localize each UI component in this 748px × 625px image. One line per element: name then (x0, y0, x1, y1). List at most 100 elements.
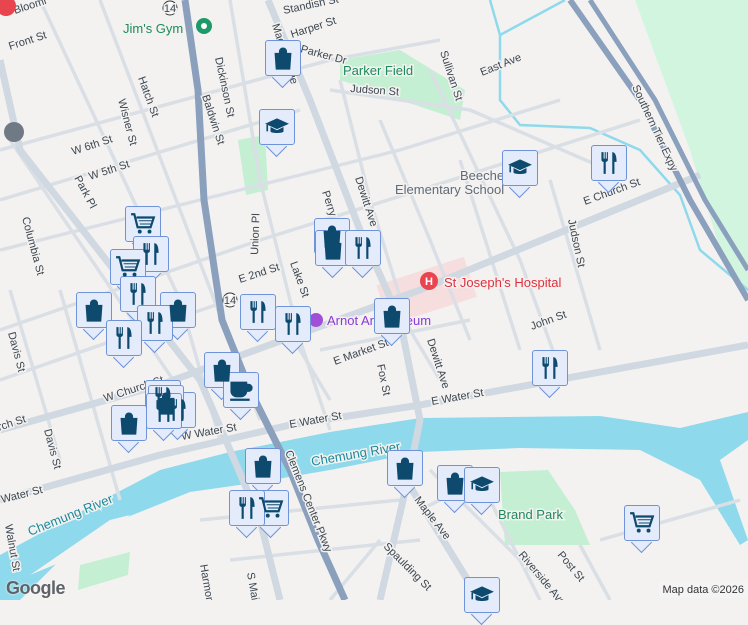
google-logo[interactable]: Google (6, 578, 65, 599)
marker-box (120, 276, 156, 312)
school-marker[interactable] (464, 577, 500, 623)
school-pin-icon (4, 122, 24, 142)
restaurant-icon (138, 241, 164, 267)
food-marker[interactable] (146, 393, 182, 439)
shopping-cart-icon (258, 495, 284, 521)
food-marker[interactable] (275, 306, 311, 352)
label-wisner-st: Wisner St (115, 98, 139, 147)
restaurant-icon (234, 495, 260, 521)
marker-box (245, 448, 281, 484)
shopping-bag-icon (270, 45, 296, 71)
food-marker[interactable] (240, 294, 276, 340)
green-area-east (635, 0, 748, 300)
school-marker[interactable] (502, 150, 538, 196)
marker-box (464, 467, 500, 503)
restaurant-icon (245, 299, 271, 325)
marker-box (315, 230, 351, 266)
label-parker-dr: Parker Dr (299, 43, 348, 67)
marker-box (387, 450, 423, 486)
label-s-main: S Main St (244, 571, 264, 600)
food-marker[interactable] (137, 305, 173, 351)
label-judson-st-top: Judson St (350, 83, 400, 98)
food-marker[interactable] (106, 320, 142, 366)
marker-box (223, 372, 259, 408)
marker-box (265, 40, 301, 76)
marker-box (624, 505, 660, 541)
label-post: Post St (555, 549, 587, 584)
marker-box (76, 292, 112, 328)
restaurant-icon (350, 235, 376, 261)
shopping-cart-icon (130, 211, 156, 237)
restaurant-icon (537, 355, 563, 381)
food-marker[interactable] (532, 350, 568, 396)
creek-branch (500, 0, 565, 35)
graduation-cap-icon (469, 582, 495, 608)
label-john-st: John St (529, 309, 568, 333)
shopping-bag-icon (116, 410, 142, 436)
restaurant-icon (142, 310, 168, 336)
label-fox-st: Fox St (374, 363, 392, 397)
marker-box (259, 109, 295, 145)
route-14-label: 14 (224, 295, 236, 307)
label-elementary-school: Elementary School (395, 182, 504, 197)
label-lake-st: Lake St (287, 260, 311, 299)
map-attribution[interactable]: Map data ©2026 (659, 582, 748, 598)
school-marker[interactable] (464, 467, 500, 513)
label-e-water: E Water St (430, 387, 484, 408)
marker-box (240, 294, 276, 330)
label-jims-gym: Jim's Gym (123, 21, 183, 36)
marker-box (464, 577, 500, 613)
bag-marker[interactable] (265, 40, 301, 86)
marker-box (275, 306, 311, 342)
food-marker[interactable] (591, 145, 627, 191)
shopping-bag-icon (442, 470, 468, 496)
cup-marker[interactable] (223, 372, 259, 418)
label-parker-field: Parker Field (343, 63, 413, 78)
bag-marker[interactable] (374, 298, 410, 344)
label-water-st: Water St (0, 484, 44, 506)
marker-box (229, 490, 265, 526)
shopping-bag-icon (81, 297, 107, 323)
route-14-label: 14 (164, 3, 176, 15)
poi-pin-icon (0, 0, 16, 16)
label-davis-2: Davis St (41, 428, 63, 471)
cart-marker[interactable] (624, 505, 660, 551)
food-marker[interactable] (229, 490, 265, 536)
label-w6th: W 6th St (70, 133, 114, 157)
bag-marker[interactable] (387, 450, 423, 496)
label-e2nd: E 2nd St (237, 261, 281, 285)
label-union-pl: Union Pl (249, 213, 262, 255)
marker-box (437, 465, 473, 501)
restaurant-icon (125, 281, 151, 307)
label-hospital: St Joseph's Hospital (444, 275, 561, 290)
park-small (78, 552, 130, 590)
label-front-st: Front St (7, 29, 48, 53)
museum-icon (309, 313, 323, 327)
restaurant-icon (151, 398, 177, 424)
shopping-bag-icon (379, 303, 405, 329)
coffee-cup-icon (228, 377, 254, 403)
food-marker[interactable] (345, 230, 381, 276)
shopping-bag-icon (320, 235, 346, 261)
marker-box (146, 393, 182, 429)
marker-box (591, 145, 627, 181)
label-harper: Harper St (289, 15, 337, 41)
label-standish: Standish St (282, 0, 340, 17)
graduation-cap-icon (264, 114, 290, 140)
marker-box (502, 150, 538, 186)
bag-marker[interactable] (245, 448, 281, 494)
shopping-cart-icon (115, 254, 141, 280)
label-e-water-2: E Water St (288, 410, 342, 431)
school-marker[interactable] (259, 109, 295, 155)
bag-marker[interactable] (111, 405, 147, 451)
label-brand-park: Brand Park (498, 507, 564, 522)
svg-text:H: H (425, 276, 433, 288)
marker-box (345, 230, 381, 266)
marker-box (111, 405, 147, 441)
marker-box (106, 320, 142, 356)
shopping-bag-icon (165, 297, 191, 323)
graduation-cap-icon (507, 155, 533, 181)
graduation-cap-icon (469, 472, 495, 498)
shopping-cart-icon (629, 510, 655, 536)
marker-box (125, 206, 161, 242)
